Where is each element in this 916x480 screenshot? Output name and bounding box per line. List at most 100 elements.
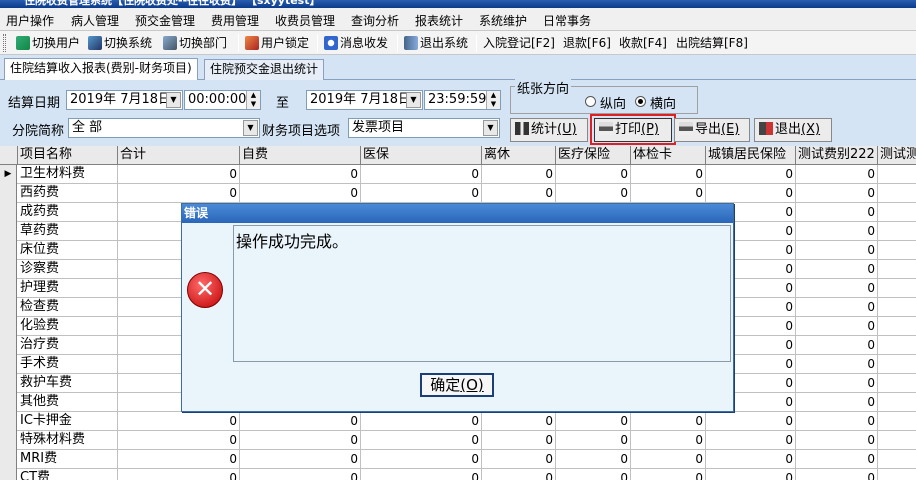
cell-value[interactable]: 0	[796, 298, 878, 317]
cell-value[interactable]: 0	[796, 222, 878, 241]
col-header-test[interactable]: 测试测	[878, 146, 916, 165]
menu-user-ops[interactable]: 用户操作	[6, 12, 54, 29]
cell-value[interactable]: 0	[556, 469, 631, 480]
table-row[interactable]: CT费 0 0 0 0 0 0 0 0	[0, 469, 916, 480]
row-indicator[interactable]	[0, 469, 17, 480]
cell-item-name[interactable]: MRI费	[18, 450, 118, 469]
cell-value[interactable]: 0	[361, 450, 482, 469]
exit-system-button[interactable]: 退出系统	[404, 34, 468, 52]
cell-value[interactable]: 0	[482, 412, 556, 431]
row-indicator[interactable]	[0, 279, 17, 298]
menu-deposit[interactable]: 预交金管理	[135, 12, 195, 29]
cell-item-name[interactable]: 手术费	[18, 355, 118, 374]
cell-item-name[interactable]: CT费	[18, 469, 118, 480]
cell-value[interactable]: 0	[796, 165, 878, 184]
cell-item-name[interactable]: 诊察费	[18, 260, 118, 279]
cell-value[interactable]	[878, 431, 916, 450]
cell-value[interactable]	[878, 298, 916, 317]
cell-value[interactable]: 0	[631, 431, 706, 450]
tab-deposit-refund[interactable]: 住院预交金退出统计	[204, 59, 325, 80]
cell-value[interactable]: 0	[240, 431, 361, 450]
row-indicator[interactable]	[0, 355, 17, 374]
cell-value[interactable]: 0	[482, 469, 556, 480]
cell-item-name[interactable]: 护理费	[18, 279, 118, 298]
cell-value[interactable]	[878, 165, 916, 184]
col-header-urban-ins[interactable]: 城镇居民保险	[706, 146, 796, 165]
cell-value[interactable]: 0	[796, 317, 878, 336]
cell-value[interactable]: 0	[240, 165, 361, 184]
cell-value[interactable]: 0	[706, 412, 796, 431]
cell-value[interactable]: 0	[796, 203, 878, 222]
cell-value[interactable]: 0	[631, 165, 706, 184]
row-indicator[interactable]	[0, 412, 17, 431]
cell-value[interactable]: 0	[796, 450, 878, 469]
cell-value[interactable]	[878, 279, 916, 298]
cell-value[interactable]: 0	[796, 355, 878, 374]
row-indicator[interactable]: ▶	[0, 165, 17, 184]
export-button[interactable]: 导出(E)	[674, 118, 750, 142]
cell-value[interactable]: 0	[556, 184, 631, 203]
cell-value[interactable]: 0	[796, 431, 878, 450]
cell-value[interactable]	[878, 374, 916, 393]
cell-value[interactable]: 0	[631, 412, 706, 431]
menu-fee[interactable]: 费用管理	[211, 12, 259, 29]
cell-value[interactable]: 0	[796, 279, 878, 298]
row-indicator[interactable]	[0, 317, 17, 336]
start-time-spinner[interactable]: ▲ ▼	[246, 91, 260, 109]
toolbar-grip[interactable]	[3, 34, 6, 52]
cell-value[interactable]	[878, 393, 916, 412]
cell-value[interactable]: 0	[118, 450, 240, 469]
row-indicator[interactable]	[0, 450, 17, 469]
cell-value[interactable]: 0	[796, 241, 878, 260]
landscape-radio[interactable]	[635, 96, 646, 107]
switch-system-button[interactable]: 切换系统	[88, 34, 152, 52]
cell-item-name[interactable]: 床位费	[18, 241, 118, 260]
cell-value[interactable]	[878, 184, 916, 203]
user-lock-button[interactable]: 用户锁定	[245, 34, 309, 52]
cell-value[interactable]: 0	[706, 165, 796, 184]
cell-value[interactable]	[878, 317, 916, 336]
table-row[interactable]: 西药费 0 0 0 0 0 0 0 0	[0, 184, 916, 203]
row-indicator[interactable]	[0, 203, 17, 222]
finance-item-select[interactable]: 发票项目 ▼	[348, 118, 500, 138]
chevron-down-icon[interactable]: ▼	[483, 120, 498, 136]
refund-button[interactable]: 退款[F6]	[563, 34, 611, 52]
cell-item-name[interactable]: IC卡押金	[18, 412, 118, 431]
cell-item-name[interactable]: 治疗费	[18, 336, 118, 355]
cell-item-name[interactable]: 检查费	[18, 298, 118, 317]
portrait-radio[interactable]	[585, 96, 596, 107]
menu-system[interactable]: 系统维护	[479, 12, 527, 29]
cell-value[interactable]: 0	[796, 184, 878, 203]
end-date-picker[interactable]: 2019年 7月18日 ▼	[306, 90, 423, 110]
table-row[interactable]: 特殊材料费 0 0 0 0 0 0 0 0	[0, 431, 916, 450]
cell-value[interactable]: 0	[118, 431, 240, 450]
admission-button[interactable]: 入院登记[F2]	[483, 34, 555, 52]
cell-value[interactable]: 0	[706, 431, 796, 450]
cell-item-name[interactable]: 卫生材料费	[18, 165, 118, 184]
cell-value[interactable]: 0	[361, 165, 482, 184]
chevron-down-icon[interactable]: ▼	[166, 92, 181, 108]
row-indicator[interactable]	[0, 393, 17, 412]
cell-value[interactable]: 0	[706, 184, 796, 203]
cell-value[interactable]: 0	[240, 450, 361, 469]
cell-item-name[interactable]: 其他费	[18, 393, 118, 412]
col-header-retired[interactable]: 离休	[482, 146, 556, 165]
branch-select[interactable]: 全 部 ▼	[68, 118, 260, 138]
cell-value[interactable]: 0	[796, 469, 878, 480]
cell-value[interactable]	[878, 412, 916, 431]
start-time-field[interactable]: 00:00:00 ▲ ▼	[184, 90, 261, 110]
col-header-test-222[interactable]: 测试费别222	[796, 146, 878, 165]
table-row[interactable]: IC卡押金 0 0 0 0 0 0 0 0	[0, 412, 916, 431]
end-time-spinner[interactable]: ▲ ▼	[486, 91, 500, 109]
exit-button[interactable]: 退出(X)	[754, 118, 832, 142]
row-indicator[interactable]	[0, 298, 17, 317]
col-header-selfpay[interactable]: 自费	[240, 146, 361, 165]
cell-value[interactable]: 0	[556, 412, 631, 431]
row-indicator[interactable]	[0, 374, 17, 393]
table-row[interactable]: MRI费 0 0 0 0 0 0 0 0	[0, 450, 916, 469]
cell-value[interactable]: 0	[796, 374, 878, 393]
menu-patient[interactable]: 病人管理	[71, 12, 119, 29]
start-date-picker[interactable]: 2019年 7月18日 ▼	[66, 90, 183, 110]
cell-value[interactable]: 0	[118, 412, 240, 431]
menu-cashier[interactable]: 收费员管理	[275, 12, 335, 29]
